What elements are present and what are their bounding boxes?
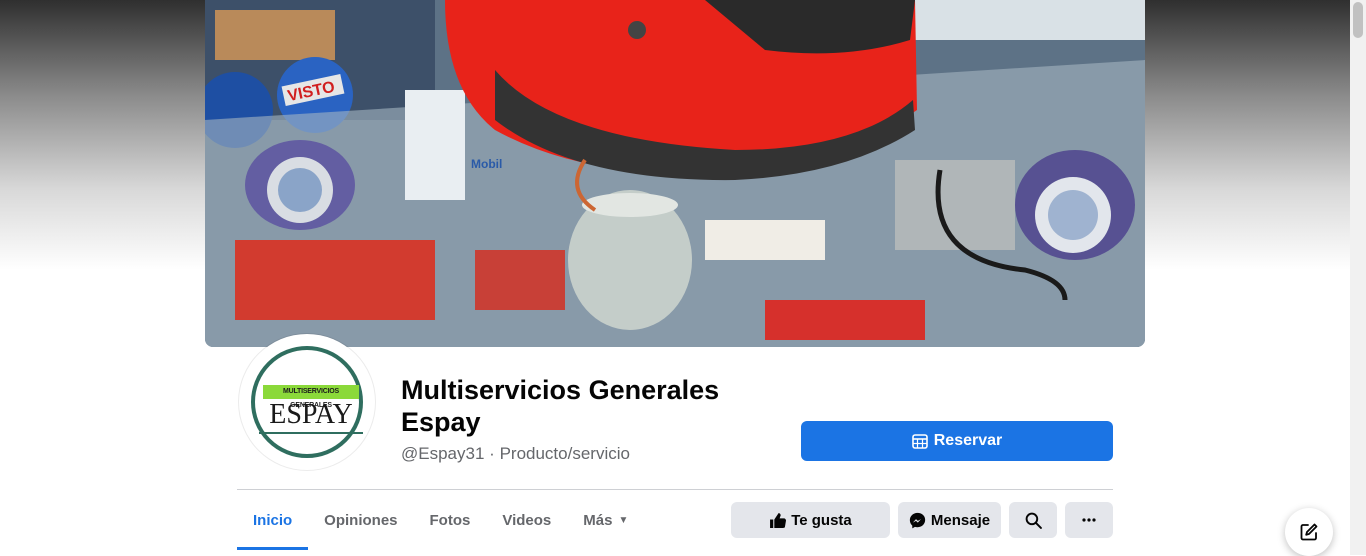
- reserve-button-label: Reservar: [933, 432, 1003, 449]
- subtitle-separator: ·: [489, 444, 495, 463]
- tab-label: Fotos: [429, 511, 471, 529]
- like-button[interactable]: Te gusta: [731, 502, 890, 538]
- page-title: Multiservicios Generales Espay: [401, 375, 720, 437]
- tab-mas[interactable]: Más ▼: [567, 490, 644, 550]
- reserve-button[interactable]: Reservar: [801, 421, 1113, 461]
- tab-label: Videos: [502, 511, 552, 529]
- tab-inicio[interactable]: Inicio: [237, 490, 309, 550]
- avatar-logo-underline: [259, 432, 363, 434]
- cover-brand-text-2: Mobil: [471, 157, 502, 171]
- tab-videos[interactable]: Videos: [486, 490, 567, 550]
- avatar-logo-banner: MULTISERVICIOS GENERALES: [263, 385, 359, 409]
- compose-icon: [1300, 523, 1318, 541]
- tab-opiniones[interactable]: Opiniones: [308, 490, 413, 550]
- tab-label: Más: [583, 511, 613, 529]
- messenger-icon: [909, 512, 926, 528]
- like-button-label: Te gusta: [791, 511, 852, 529]
- cover-photo-illustration: VISTO Mobil: [205, 0, 1145, 347]
- avatar-logo: MULTISERVICIOS GENERALES ESPAY: [243, 338, 371, 466]
- page-handle[interactable]: @Espay31: [401, 444, 484, 463]
- page-category[interactable]: Producto/servicio: [500, 444, 630, 463]
- tab-fotos[interactable]: Fotos: [414, 490, 487, 550]
- message-button[interactable]: Mensaje: [898, 502, 1001, 538]
- avatar-logo-name: ESPAY: [269, 399, 353, 430]
- page-subtitle: @Espay31 · Producto/servicio: [401, 444, 630, 464]
- search-icon: [1025, 512, 1042, 529]
- calendar-icon: [911, 434, 928, 449]
- search-button[interactable]: [1009, 502, 1057, 538]
- new-message-button[interactable]: [1285, 508, 1333, 556]
- cover-photo[interactable]: VISTO Mobil: [205, 0, 1145, 347]
- tab-label: Inicio: [253, 511, 293, 529]
- thumbs-up-icon: [770, 512, 787, 528]
- profile-avatar[interactable]: MULTISERVICIOS GENERALES ESPAY: [239, 334, 375, 470]
- tab-label: Opiniones: [324, 511, 398, 529]
- more-icon: [1082, 518, 1096, 522]
- caret-down-icon: ▼: [618, 514, 629, 526]
- message-button-label: Mensaje: [930, 511, 991, 529]
- page-tabs: Inicio Opiniones Fotos Videos Más ▼: [237, 490, 644, 550]
- scrollbar[interactable]: [1350, 0, 1366, 555]
- scrollbar-thumb[interactable]: [1353, 2, 1363, 38]
- more-button[interactable]: [1065, 502, 1113, 538]
